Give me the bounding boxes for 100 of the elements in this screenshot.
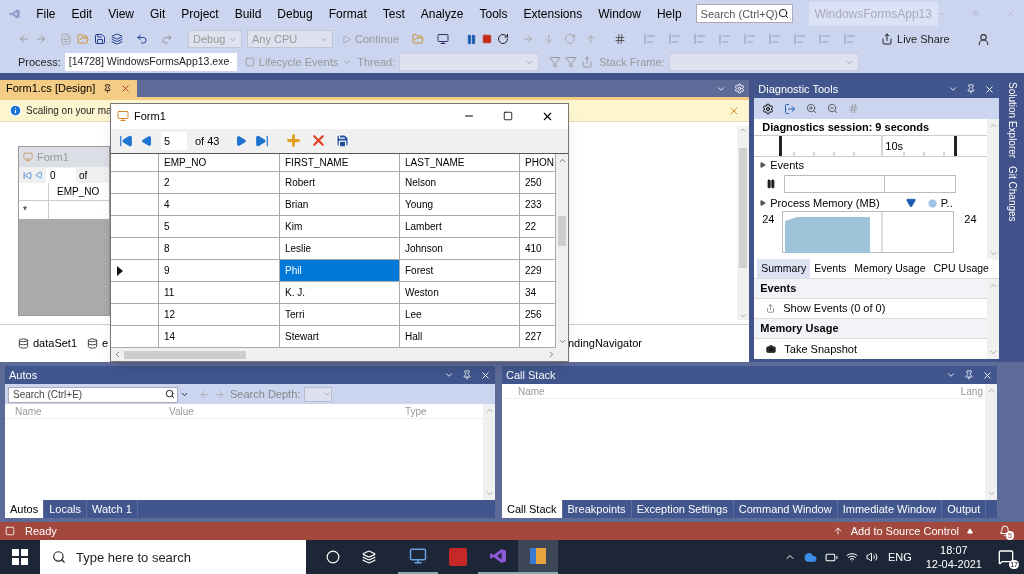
zoom-out-icon[interactable] <box>827 103 839 114</box>
pause-icon[interactable] <box>766 179 777 189</box>
previous-record-icon[interactable] <box>141 134 153 147</box>
last-record-icon[interactable] <box>255 133 270 148</box>
menu-item[interactable]: Extensions <box>515 4 591 23</box>
scroll-thumb[interactable] <box>739 148 748 268</box>
restart-icon[interactable] <box>497 33 510 45</box>
info-icon <box>9 104 22 117</box>
collapse-icon[interactable] <box>760 200 767 206</box>
pin-icon[interactable] <box>964 370 974 380</box>
scroll-up-icon[interactable] <box>557 156 567 165</box>
snapshot-marker-icon <box>905 198 916 208</box>
start-icon[interactable] <box>12 549 28 565</box>
menu-item[interactable]: Build <box>226 4 270 23</box>
filter-icon[interactable] <box>565 56 578 68</box>
panel-tab[interactable]: Call Stack <box>502 500 563 518</box>
document-tab[interactable]: Form1.cs [Design] <box>0 80 138 97</box>
search-icon[interactable] <box>52 550 66 564</box>
taskbar-search-field[interactable]: Type here to search <box>40 540 306 574</box>
dropdown-icon[interactable] <box>946 370 956 380</box>
search-field[interactable]: Search (Ctrl+Q) <box>695 4 793 23</box>
redo-icon[interactable] <box>161 33 173 45</box>
diagnostics-tab[interactable]: Summary <box>757 259 811 278</box>
panel-title: Diagnostic Tools <box>758 81 839 97</box>
language-indicator[interactable]: ENG <box>887 548 912 566</box>
pin-icon[interactable] <box>462 370 472 380</box>
form-icon <box>23 152 33 162</box>
side-tab[interactable]: Git Changes <box>1004 166 1020 222</box>
column-header[interactable]: FIRST_NAME <box>280 154 400 171</box>
scroll-thumb[interactable] <box>124 350 246 359</box>
add-icon[interactable] <box>285 132 303 150</box>
component-item[interactable]: e <box>87 335 109 352</box>
menu-item[interactable]: File <box>28 4 64 23</box>
feedback-icon[interactable] <box>976 32 990 46</box>
save-icon[interactable] <box>94 33 106 45</box>
close-icon[interactable] <box>984 83 996 95</box>
undo-icon[interactable] <box>136 33 148 45</box>
component-item[interactable]: dataSet1 <box>18 335 78 352</box>
volume-icon[interactable] <box>865 551 878 563</box>
menu-item[interactable]: Test <box>374 4 413 23</box>
menu-item[interactable]: View <box>100 4 142 23</box>
cloud-icon[interactable] <box>803 550 817 564</box>
previous-record-icon[interactable] <box>35 171 43 179</box>
menu-item[interactable]: Debug <box>269 4 321 23</box>
wifi-icon[interactable] <box>845 551 858 563</box>
collapse-icon[interactable] <box>760 162 767 168</box>
column-header[interactable]: EMP_NO <box>159 154 280 171</box>
column-header: Name <box>518 385 545 398</box>
designer-form[interactable]: Form1 0 of EMP_NO * <box>18 146 110 316</box>
save-icon[interactable] <box>335 133 351 149</box>
side-tab[interactable]: Solution Explorer <box>1004 82 1020 159</box>
menu-item[interactable]: Tools <box>471 4 516 23</box>
menu-item[interactable]: Analyze <box>412 4 472 23</box>
dropdown-icon[interactable] <box>444 370 454 380</box>
play-icon <box>342 34 351 44</box>
scroll-thumb[interactable] <box>558 216 566 246</box>
cortana-icon[interactable] <box>326 550 340 564</box>
search-icon[interactable] <box>777 8 789 19</box>
close-icon[interactable] <box>480 369 491 381</box>
axis-label: 24 <box>964 212 977 227</box>
process-dropdown[interactable]: [14728] WindowsFormsApp13.exe <box>64 53 237 71</box>
next-record-icon[interactable] <box>235 134 248 147</box>
zoom-in-icon[interactable] <box>806 103 818 114</box>
pin-icon[interactable] <box>966 84 977 94</box>
maximize-icon[interactable] <box>503 111 513 122</box>
menu-item[interactable]: Git <box>141 4 174 23</box>
close-icon[interactable] <box>982 369 993 381</box>
menu-item[interactable]: Window <box>590 4 649 23</box>
menu-item[interactable]: Help <box>648 4 690 23</box>
filter-icon[interactable] <box>549 56 562 68</box>
position-field[interactable]: 5 <box>161 131 187 150</box>
live-share-button[interactable]: Live Share <box>881 30 950 48</box>
component-item[interactable]: ndingNavigator <box>568 335 642 352</box>
search-field[interactable]: Search (Ctrl+E) <box>8 386 178 403</box>
source-control-button[interactable]: Add to Source Control <box>832 522 973 540</box>
search-icon[interactable] <box>165 389 175 399</box>
scroll-left-icon[interactable] <box>113 350 122 359</box>
legend-dot-icon <box>927 198 937 208</box>
first-record-icon[interactable] <box>119 133 133 148</box>
arrow-up-icon <box>832 526 843 536</box>
solution-title: WindowsFormsApp13 <box>808 1 938 26</box>
column-header[interactable]: LAST_NAME <box>400 154 520 171</box>
form-app-icon[interactable] <box>518 540 558 574</box>
stop-icon[interactable] <box>482 34 493 44</box>
menu-item[interactable]: Edit <box>63 4 101 23</box>
settings-icon[interactable] <box>762 102 775 115</box>
screen-icon[interactable] <box>437 33 450 45</box>
first-record-icon[interactable] <box>23 170 32 180</box>
dropdown-icon[interactable] <box>948 84 959 94</box>
panel-tab[interactable]: Autos <box>5 500 45 518</box>
menu-item[interactable]: Project <box>173 4 227 23</box>
record-count: of <box>79 168 88 183</box>
lifecycle-icon <box>244 57 255 67</box>
menu-item[interactable]: Format <box>320 4 375 23</box>
take-snapshot-button[interactable]: Take Snapshot <box>754 339 988 359</box>
scroll-down-icon[interactable] <box>557 337 567 346</box>
scroll-right-icon[interactable] <box>547 350 556 359</box>
export-icon[interactable] <box>784 102 797 115</box>
notifications-icon[interactable] <box>999 525 1011 537</box>
hash-icon[interactable] <box>614 33 627 45</box>
